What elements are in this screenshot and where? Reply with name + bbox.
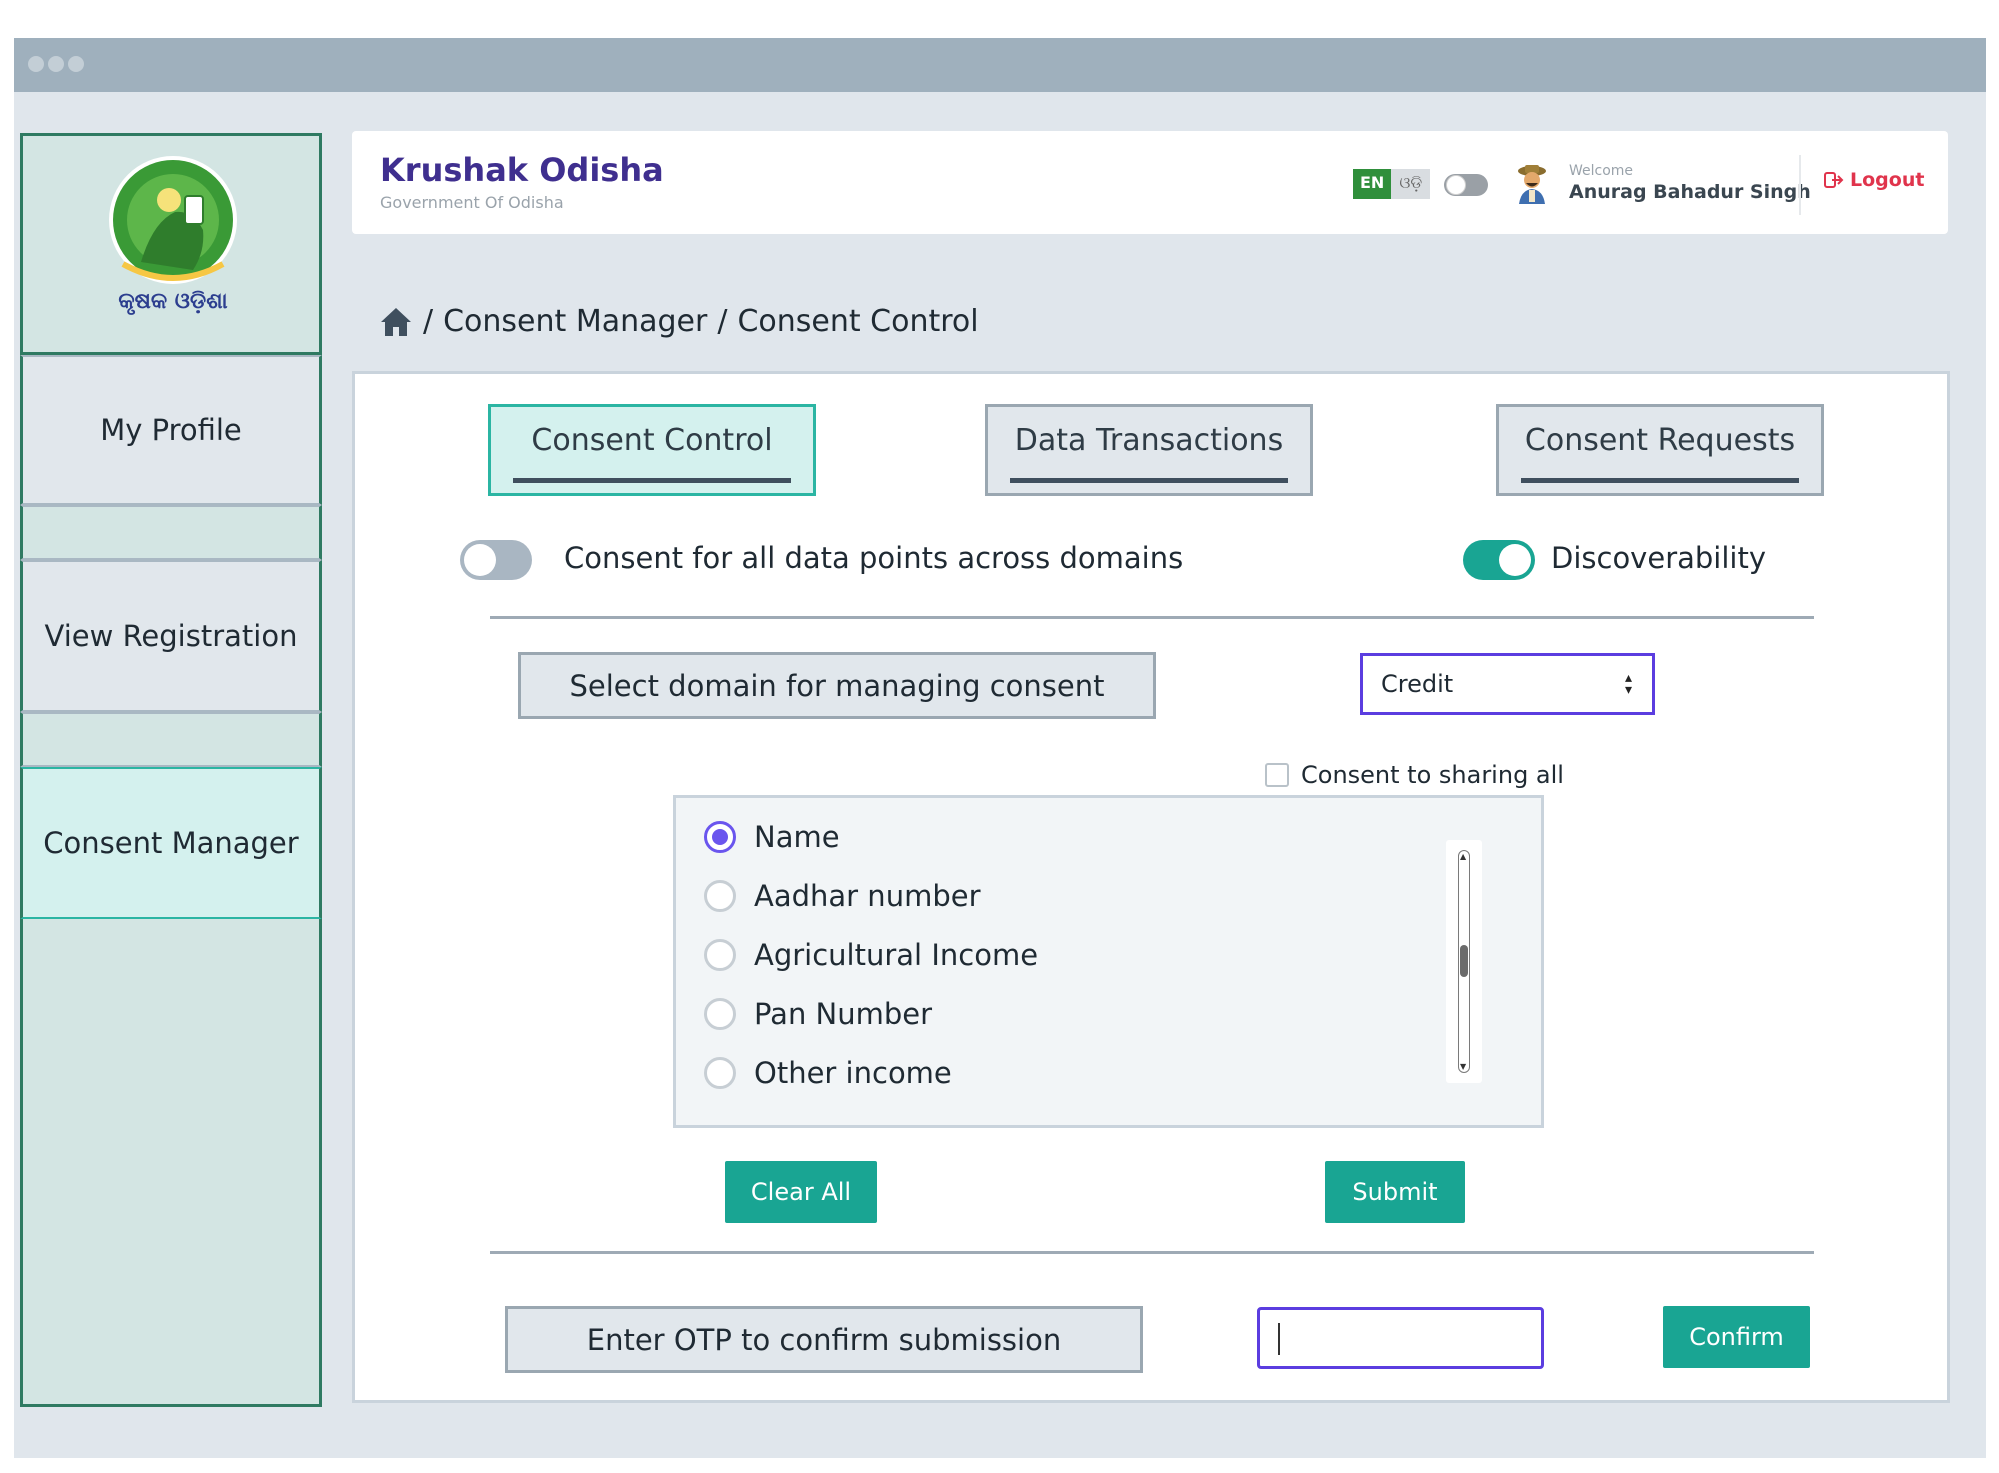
data-point-label: Pan Number [754, 997, 933, 1031]
window-dot [48, 56, 64, 72]
consent-sharing-all-label: Consent to sharing all [1301, 761, 1564, 789]
krushak-odisha-logo: କୃଷକ ଓଡ଼ିଶା [109, 156, 237, 316]
list-item[interactable]: Aadhar number [704, 879, 981, 913]
tab-data-transactions[interactable]: Data Transactions [985, 404, 1313, 496]
tab-label: Consent Requests [1524, 423, 1796, 458]
consent-sharing-all-checkbox[interactable] [1265, 763, 1289, 787]
app-title: Krushak Odisha [380, 151, 664, 189]
domain-select[interactable]: Credit ▴ ▾ [1360, 653, 1655, 715]
theme-toggle[interactable] [1444, 174, 1488, 196]
language-switch[interactable]: EN ଓଡ଼ି [1353, 169, 1431, 199]
otp-label: Enter OTP to confirm submission [505, 1306, 1143, 1373]
select-caret-icon: ▴ ▾ [1624, 670, 1632, 698]
browser-window: କୃଷକ ଓଡ଼ିଶା My Profile View Registration… [14, 38, 1986, 1458]
data-points-list: Name Aadhar number Agricultural Income P… [673, 795, 1544, 1128]
submit-button[interactable]: Submit [1325, 1161, 1465, 1223]
tab-underline [513, 478, 791, 483]
toggle-knob [1499, 544, 1531, 576]
toggle-knob [1446, 175, 1466, 195]
sidebar-item-consent-manager[interactable]: Consent Manager [20, 767, 322, 919]
data-point-label: Agricultural Income [754, 938, 1039, 972]
farmer-avatar-icon [1518, 165, 1546, 204]
tab-underline [1521, 478, 1799, 483]
radio-button[interactable] [704, 939, 736, 971]
scrollbar-thumb[interactable] [1460, 945, 1468, 977]
text-cursor [1278, 1323, 1280, 1355]
section-divider [490, 1251, 1814, 1254]
user-name: Anurag Bahadur Singh [1569, 181, 1811, 203]
consent-panel: Consent Control Data Transactions Consen… [352, 371, 1950, 1403]
consent-sharing-all-row[interactable]: Consent to sharing all [1265, 761, 1564, 789]
avatar[interactable] [1507, 158, 1557, 208]
data-point-label: Name [754, 820, 840, 854]
window-dot [68, 56, 84, 72]
tab-label: Consent Control [531, 423, 773, 458]
all-domains-consent-label: Consent for all data points across domai… [564, 541, 1184, 575]
window-titlebar [14, 38, 1986, 92]
discoverability-label: Discoverability [1551, 541, 1766, 575]
breadcrumb-consent-manager[interactable]: Consent Manager [443, 304, 707, 339]
domain-select-label: Select domain for managing consent [518, 652, 1156, 719]
svg-text:କୃଷକ ଓଡ଼ିଶା: କୃଷକ ଓଡ଼ିଶା [118, 289, 227, 316]
breadcrumb: / Consent Manager / Consent Control [379, 304, 979, 339]
scroll-down-icon[interactable]: ▼ [1460, 1062, 1466, 1071]
clear-all-button[interactable]: Clear All [725, 1161, 877, 1223]
lang-odia-option[interactable]: ଓଡ଼ି [1391, 169, 1431, 199]
sidebar-logo-panel: କୃଷକ ଓଡ଼ିଶା [20, 133, 322, 355]
tab-label: Data Transactions [1014, 423, 1284, 458]
radio-button[interactable] [704, 821, 736, 853]
window-dot [28, 56, 44, 72]
list-scrollbar[interactable]: ▲ ▼ [1446, 840, 1482, 1083]
sidebar-item-label: My Profile [100, 413, 242, 447]
radio-button[interactable] [704, 880, 736, 912]
list-item[interactable]: Pan Number [704, 997, 932, 1031]
breadcrumb-separator: / [717, 304, 728, 339]
tab-consent-requests[interactable]: Consent Requests [1496, 404, 1824, 496]
confirm-button[interactable]: Confirm [1663, 1306, 1810, 1368]
all-domains-consent-toggle[interactable] [460, 540, 532, 580]
data-point-label: Aadhar number [754, 879, 981, 913]
header-divider [1799, 155, 1801, 215]
logout-label: Logout [1850, 169, 1925, 191]
breadcrumb-consent-control: Consent Control [737, 304, 979, 339]
logout-button[interactable]: Logout [1824, 169, 1924, 191]
list-item[interactable]: Name [704, 820, 840, 854]
sidebar-empty-area [20, 919, 322, 1407]
app-subtitle: Government Of Odisha [380, 193, 564, 212]
logout-icon [1824, 172, 1844, 188]
breadcrumb-separator: / [423, 304, 434, 339]
radio-button[interactable] [704, 1057, 736, 1089]
toggle-knob [464, 544, 496, 576]
otp-input[interactable] [1257, 1307, 1544, 1369]
sidebar-item-label: View Registration [44, 619, 298, 653]
sidebar-spacer [20, 712, 322, 767]
data-point-label: Other income [754, 1056, 952, 1090]
scroll-up-icon[interactable]: ▲ [1460, 852, 1466, 861]
list-item[interactable]: Other income [704, 1056, 952, 1090]
tab-underline [1010, 478, 1288, 483]
sidebar-item-my-profile[interactable]: My Profile [20, 355, 322, 505]
section-divider [490, 616, 1814, 619]
lang-en-option[interactable]: EN [1353, 169, 1392, 199]
sidebar-item-view-registration[interactable]: View Registration [20, 560, 322, 712]
sidebar-spacer [20, 505, 322, 560]
sidebar-item-label: Consent Manager [43, 826, 299, 860]
domain-select-value: Credit [1381, 670, 1454, 698]
top-header: Krushak Odisha Government Of Odisha EN ଓ… [352, 131, 1948, 234]
home-icon[interactable] [379, 306, 413, 338]
list-item[interactable]: Agricultural Income [704, 938, 1038, 972]
radio-button[interactable] [704, 998, 736, 1030]
tab-consent-control[interactable]: Consent Control [488, 404, 816, 496]
discoverability-toggle[interactable] [1463, 540, 1535, 580]
welcome-label: Welcome [1569, 163, 1634, 179]
